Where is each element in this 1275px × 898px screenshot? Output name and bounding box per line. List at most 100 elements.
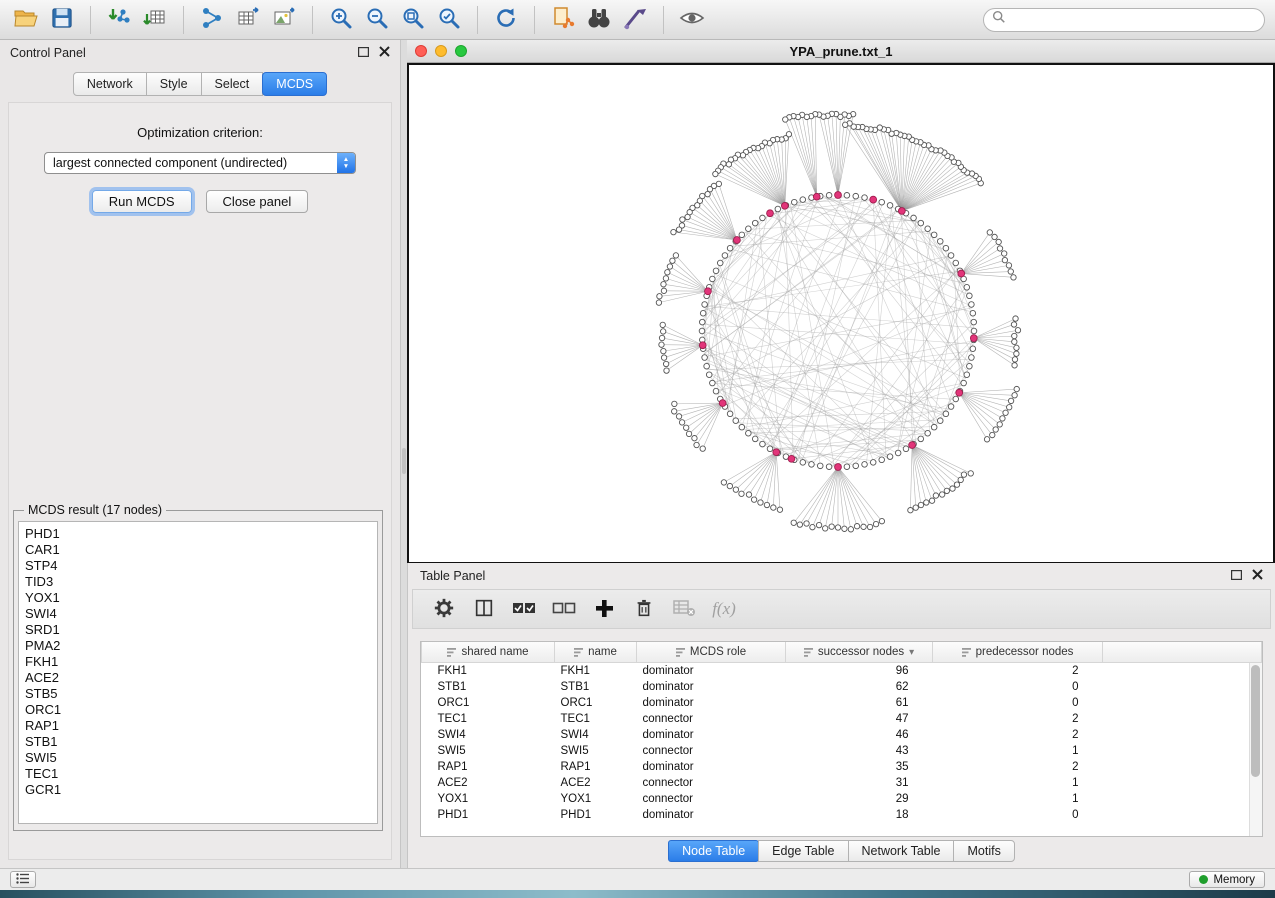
search-box[interactable] (983, 8, 1265, 32)
export-image-button[interactable] (268, 5, 300, 35)
run-mcds-button[interactable]: Run MCDS (92, 190, 192, 213)
mcds-result-item[interactable]: TEC1 (25, 766, 377, 782)
table-row[interactable]: SWI5SWI5connector431 (422, 743, 1262, 759)
tab-motifs[interactable]: Motifs (953, 840, 1014, 862)
deselect-all-columns-button[interactable] (551, 596, 577, 622)
table-row[interactable]: STB1STB1dominator620 (422, 679, 1262, 695)
show-columns-button[interactable] (471, 596, 497, 622)
plus-icon (594, 598, 614, 621)
unchecked-boxes-icon (552, 599, 576, 620)
open-file-button[interactable] (10, 5, 42, 35)
column-header-shared-name[interactable]: shared name (422, 642, 555, 663)
optimization-dropdown[interactable]: largest connected component (undirected)… (44, 152, 356, 174)
table-row[interactable]: SWI4SWI4dominator462 (422, 727, 1262, 743)
table-scrollbar[interactable] (1249, 663, 1262, 836)
mcds-result-item[interactable]: SWI4 (25, 606, 377, 622)
new-network-button[interactable] (196, 5, 228, 35)
mcds-result-item[interactable]: SWI5 (25, 750, 377, 766)
function-builder-button[interactable]: f(x) (711, 596, 737, 622)
eye-icon (679, 8, 705, 31)
close-panel-button[interactable]: Close panel (206, 190, 309, 213)
zoom-out-button[interactable] (361, 5, 393, 35)
mcds-result-group: MCDS result (17 nodes) PHD1CAR1STP4TID3Y… (13, 503, 383, 831)
table-settings-button[interactable] (431, 596, 457, 622)
mcds-result-item[interactable]: SRD1 (25, 622, 377, 638)
tab-style[interactable]: Style (146, 72, 202, 96)
mcds-result-item[interactable]: STP4 (25, 558, 377, 574)
toolbar-separator (534, 6, 535, 34)
table-row[interactable]: RAP1RAP1dominator352 (422, 759, 1262, 775)
memory-button[interactable]: Memory (1189, 871, 1265, 888)
mcds-result-item[interactable]: STB1 (25, 734, 377, 750)
mcds-result-item[interactable]: TID3 (25, 574, 377, 590)
columns-icon (473, 597, 495, 622)
table-row[interactable]: TEC1TEC1connector472 (422, 711, 1262, 727)
function-icon: f(x) (712, 599, 736, 619)
clone-network-button[interactable] (547, 5, 579, 35)
column-header-predecessor-nodes[interactable]: predecessor nodes (933, 642, 1103, 663)
checked-boxes-icon (512, 599, 536, 620)
table-row[interactable]: YOX1YOX1connector291 (422, 791, 1262, 807)
mcds-result-item[interactable]: STB5 (25, 686, 377, 702)
tab-node-table[interactable]: Node Table (668, 840, 759, 862)
scrollbar-thumb[interactable] (1251, 665, 1260, 777)
open-folder-icon (14, 8, 38, 31)
tab-mcds[interactable]: MCDS (262, 72, 327, 96)
table-export-icon (236, 6, 260, 33)
tab-select[interactable]: Select (201, 72, 264, 96)
zoom-out-icon (366, 7, 389, 33)
mcds-result-item[interactable]: PMA2 (25, 638, 377, 654)
mcds-result-item[interactable]: GCR1 (25, 782, 377, 798)
zoom-selected-button[interactable] (433, 5, 465, 35)
table-header-row[interactable]: shared namenameMCDS rolesuccessor nodes▾… (422, 642, 1262, 663)
tab-edge-table[interactable]: Edge Table (758, 840, 848, 862)
network-canvas[interactable] (407, 63, 1275, 564)
float-panel-icon[interactable] (358, 46, 369, 60)
add-column-button[interactable] (591, 596, 617, 622)
zoom-fit-button[interactable] (397, 5, 429, 35)
column-header-name[interactable]: name (555, 642, 637, 663)
mcds-result-item[interactable]: PHD1 (25, 526, 377, 542)
tab-network-table[interactable]: Network Table (848, 840, 955, 862)
save-disk-icon (51, 7, 73, 32)
network-window-titlebar[interactable]: YPA_prune.txt_1 (407, 40, 1275, 63)
table-row[interactable]: ACE2ACE2connector311 (422, 775, 1262, 791)
mcds-result-item[interactable]: FKH1 (25, 654, 377, 670)
save-button[interactable] (46, 5, 78, 35)
mcds-result-item[interactable]: ACE2 (25, 670, 377, 686)
column-header-successor-nodes[interactable]: successor nodes▾ (786, 642, 933, 663)
refresh-button[interactable] (490, 5, 522, 35)
table-row[interactable]: ORC1ORC1dominator610 (422, 695, 1262, 711)
select-all-columns-button[interactable] (511, 596, 537, 622)
import-network-button[interactable] (103, 5, 135, 35)
column-header-mcds-role[interactable]: MCDS role (637, 642, 786, 663)
export-table-button[interactable] (232, 5, 264, 35)
mcds-result-list[interactable]: PHD1CAR1STP4TID3YOX1SWI4SRD1PMA2FKH1ACE2… (18, 521, 378, 824)
find-button[interactable] (583, 5, 615, 35)
float-panel-icon[interactable] (1231, 569, 1242, 583)
show-details-button[interactable] (676, 5, 708, 35)
import-table-button[interactable] (139, 5, 171, 35)
mcds-result-item[interactable]: CAR1 (25, 542, 377, 558)
table-row[interactable]: PHD1PHD1dominator180 (422, 807, 1262, 823)
mcds-tab-content: Optimization criterion: largest connecte… (8, 102, 392, 860)
search-input[interactable] (1011, 12, 1256, 28)
task-history-button[interactable] (10, 871, 36, 888)
zoom-selected-icon (438, 7, 461, 33)
toolbar-separator (663, 6, 664, 34)
optimization-dropdown-value: largest connected component (undirected) (45, 156, 337, 170)
delete-table-button[interactable] (671, 596, 697, 622)
mcds-result-item[interactable]: YOX1 (25, 590, 377, 606)
apply-style-button[interactable] (619, 5, 651, 35)
mcds-result-item[interactable]: ORC1 (25, 702, 377, 718)
close-panel-icon[interactable] (379, 46, 390, 60)
mcds-result-item[interactable]: RAP1 (25, 718, 377, 734)
tab-network[interactable]: Network (73, 72, 147, 96)
import-network-icon (107, 6, 131, 33)
table-row[interactable]: FKH1FKH1dominator962 (422, 663, 1262, 680)
zoom-in-button[interactable] (325, 5, 357, 35)
delete-column-button[interactable] (631, 596, 657, 622)
network-share-icon (200, 6, 224, 33)
desktop-wallpaper (0, 890, 1275, 898)
close-panel-icon[interactable] (1252, 569, 1263, 583)
